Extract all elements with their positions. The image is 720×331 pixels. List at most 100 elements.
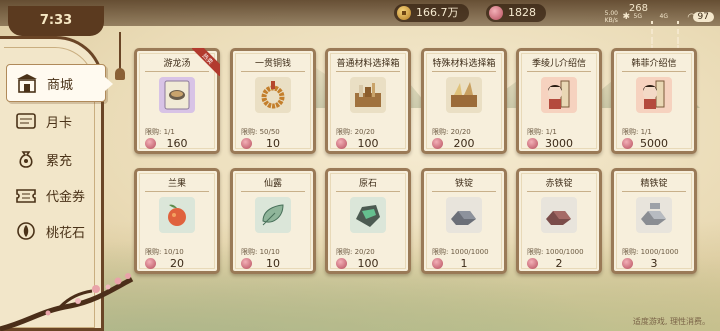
shop-item-card[interactable]: 一贯铜钱限购: 50/50 10: [230, 48, 316, 154]
item-price: 2: [527, 256, 591, 270]
item-price: 1: [432, 256, 496, 270]
price-value: 20: [170, 256, 184, 270]
purchase-limit: 限购: 20/20: [336, 248, 375, 256]
wind-chime-decoration: [115, 32, 125, 84]
network-type: 5G: [633, 13, 642, 20]
item-title: 特殊材料选择箱: [432, 57, 496, 72]
shop-item-card[interactable]: 季绫儿介绍信限购: 1/1 3000: [516, 48, 602, 154]
blossom-icon: [489, 6, 503, 20]
item-price: 100: [336, 256, 400, 270]
network-type-2: 4G: [659, 13, 668, 20]
price-value: 3: [650, 256, 658, 270]
purchase-limit: 限购: 50/50: [241, 128, 280, 136]
item-title: 普通材料选择箱: [336, 57, 400, 72]
shop-item-card[interactable]: 精铁锭限购: 1000/1000 3: [611, 168, 697, 274]
red-iron-ingot-icon: [541, 197, 577, 233]
sidebar-item-label: 商城: [47, 77, 74, 93]
shop-item-card[interactable]: 兰果限购: 10/10 20: [134, 168, 220, 274]
item-price: 200: [432, 136, 496, 150]
item-price: 10: [241, 136, 305, 150]
item-price: 3: [622, 256, 686, 270]
character-letter-icon: [636, 77, 672, 113]
coin-icon: [397, 6, 411, 20]
item-price: 20: [145, 256, 209, 270]
item-price: 160: [145, 136, 209, 150]
price-value: 3000: [545, 136, 573, 150]
shop-item-card[interactable]: 原石限购: 20/20 100: [325, 168, 411, 274]
price-value: 10: [266, 256, 280, 270]
sidebar-item-monthly-card[interactable]: 月卡: [6, 102, 102, 140]
iron-ingot-icon: [446, 197, 482, 233]
shop-item-card[interactable]: 赤铁锭限购: 1000/1000 2: [516, 168, 602, 274]
fine-iron-ingot-icon: [636, 197, 672, 233]
coin-counter[interactable]: 166.7万: [394, 4, 469, 22]
special-box-icon: [446, 77, 482, 113]
blossom-amount: 1828: [508, 6, 536, 19]
price-value: 100: [357, 256, 379, 270]
sidebar-item-label: 桃花石: [46, 225, 86, 241]
character-letter-icon: [541, 77, 577, 113]
game-clock: 7:33: [8, 6, 104, 36]
item-price: 10: [241, 256, 305, 270]
sidebar-item-label: 月卡: [46, 115, 73, 131]
item-title: 精铁锭: [622, 177, 686, 192]
item-title: 赤铁锭: [527, 177, 591, 192]
purchase-limit: 限购: 20/20: [336, 128, 375, 136]
blossom-branch-decoration: [0, 273, 134, 331]
item-title: 仙露: [241, 177, 305, 192]
item-title: 兰果: [145, 177, 209, 192]
price-value: 100: [357, 136, 379, 150]
purchase-limit: 限购: 1000/1000: [527, 248, 584, 256]
item-price: 5000: [622, 136, 686, 150]
shop-item-card[interactable]: 仙露 限购: 10/10 10: [230, 168, 316, 274]
purchase-limit: 限购: 1/1: [527, 128, 557, 136]
sidebar-item-label: 代金券: [46, 189, 86, 205]
price-value: 1: [460, 256, 468, 270]
item-title: 一贯铜钱: [241, 57, 305, 72]
peach-stone-icon: [14, 220, 38, 242]
sidebar-item-shop[interactable]: 商城: [6, 64, 113, 102]
money-bag-icon: [14, 148, 38, 170]
shop-item-card[interactable]: 韩菲介绍信 限购: 1/1 5000: [611, 48, 697, 154]
item-title: 季绫儿介绍信: [527, 57, 591, 72]
shop-building-icon: [15, 72, 39, 94]
sidebar-item-peach-stone[interactable]: 桃花石: [6, 212, 102, 250]
purchase-limit: 限购: 10/10: [145, 248, 184, 256]
price-value: 5000: [640, 136, 668, 150]
sidebar-item-voucher[interactable]: 代金券: [6, 176, 102, 214]
purchase-limit: 限购: 1000/1000: [622, 248, 679, 256]
shop-item-card[interactable]: 普通材料选择箱限购: 20/20 100: [325, 48, 411, 154]
soup-bowl-icon: [159, 77, 195, 113]
leaf-dew-icon: [255, 197, 291, 233]
item-price: 100: [336, 136, 400, 150]
health-notice: 适度游戏, 理性消费。: [632, 317, 710, 326]
material-box-icon: [350, 77, 386, 113]
coin-amount: 166.7万: [416, 6, 459, 19]
sidebar-item-label: 累充: [46, 153, 73, 169]
item-title: 原石: [336, 177, 400, 192]
item-title: 韩菲介绍信: [622, 57, 686, 72]
shop-item-card[interactable]: 特殊材料选择箱限购: 20/20 200: [421, 48, 507, 154]
fruit-icon: [159, 197, 195, 233]
jade-stone-icon: [350, 197, 386, 233]
purchase-limit: 限购: 20/20: [432, 128, 471, 136]
price-value: 160: [166, 136, 188, 150]
price-value: 10: [266, 136, 280, 150]
price-value: 200: [453, 136, 475, 150]
blossom-counter[interactable]: 1828: [486, 4, 546, 22]
item-title: 铁锭: [432, 177, 496, 192]
purchase-limit: 限购: 1/1: [145, 128, 175, 136]
item-price: 3000: [527, 136, 591, 150]
hot-sale-label: 热卖: [192, 48, 220, 76]
sidebar-item-cumulative-recharge[interactable]: 累充: [6, 140, 102, 178]
price-value: 2: [555, 256, 563, 270]
shop-item-card[interactable]: 游龙汤 限购: 1/1 160 热卖: [134, 48, 220, 154]
monthly-card-icon: [14, 110, 38, 132]
coin-string-icon: [255, 77, 291, 113]
purchase-limit: 限购: 1000/1000: [432, 248, 489, 256]
voucher-icon: [14, 184, 38, 206]
battery-indicator: 97: [692, 12, 714, 22]
bluetooth-icon: ✱: [622, 12, 630, 22]
hot-sale-badge: 热卖: [192, 48, 220, 76]
shop-item-card[interactable]: 铁锭限购: 1000/1000 1: [421, 168, 507, 274]
